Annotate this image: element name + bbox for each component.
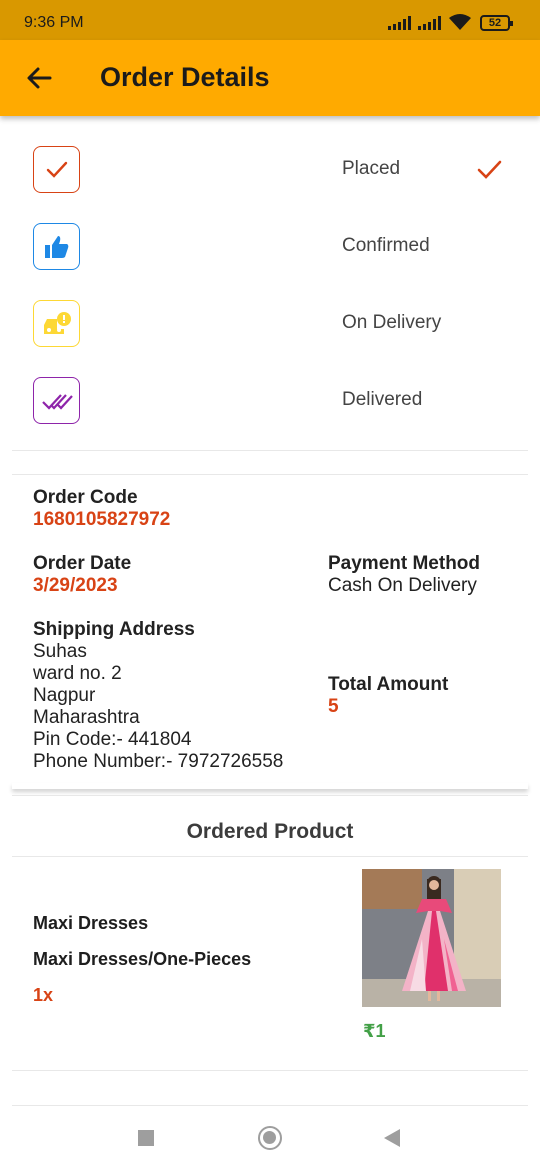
signal-icon-2 bbox=[418, 16, 441, 30]
order-code-label: Order Code bbox=[33, 487, 138, 508]
back-arrow-icon[interactable] bbox=[24, 62, 56, 94]
back-icon[interactable] bbox=[384, 1129, 400, 1147]
shipping-address-label: Shipping Address bbox=[33, 619, 195, 640]
divider bbox=[12, 795, 528, 796]
signal-icon bbox=[388, 16, 411, 30]
total-amount-value: 5 bbox=[328, 696, 339, 717]
divider bbox=[12, 1070, 528, 1071]
divider bbox=[12, 474, 528, 475]
order-date-label: Order Date bbox=[33, 553, 132, 574]
shipping-address: Suhas ward no. 2 Nagpur Maharashtra Pin … bbox=[33, 641, 283, 773]
divider bbox=[12, 450, 528, 451]
check-icon bbox=[33, 146, 80, 193]
double-check-icon bbox=[33, 377, 80, 424]
address-state: Maharashtra bbox=[33, 707, 140, 728]
thumbs-up-icon bbox=[33, 223, 80, 270]
step-confirmed: Confirmed bbox=[0, 223, 540, 283]
address-pin: Pin Code:- 441804 bbox=[33, 729, 192, 750]
wifi-icon bbox=[449, 14, 471, 30]
address-line: ward no. 2 bbox=[33, 663, 122, 684]
step-on-delivery: On Delivery bbox=[0, 300, 540, 360]
placed-checkmark-icon bbox=[477, 160, 502, 179]
product-price: ₹1 bbox=[363, 1021, 386, 1041]
step-label: On Delivery bbox=[342, 312, 442, 333]
product-quantity: 1x bbox=[33, 985, 54, 1005]
address-phone: Phone Number:- 7972726558 bbox=[33, 751, 284, 772]
home-icon[interactable] bbox=[258, 1126, 282, 1150]
delivery-car-icon bbox=[33, 300, 80, 347]
system-nav-bar bbox=[0, 1106, 540, 1170]
order-code-value: 1680105827972 bbox=[33, 509, 171, 530]
battery-icon: 52 bbox=[480, 15, 513, 31]
address-name: Suhas bbox=[33, 641, 87, 662]
step-label: Placed bbox=[342, 158, 401, 179]
app-bar: Order Details bbox=[0, 40, 540, 116]
divider bbox=[12, 856, 528, 857]
total-amount-label: Total Amount bbox=[328, 674, 449, 695]
payment-method-value: Cash On Delivery bbox=[328, 575, 477, 596]
ordered-product-title: Ordered Product bbox=[186, 820, 354, 843]
status-bar: 9:36 PM 52 bbox=[0, 0, 540, 40]
recents-icon[interactable] bbox=[138, 1130, 154, 1146]
step-placed: Placed bbox=[0, 146, 540, 206]
product-category: Maxi Dresses/One-Pieces bbox=[33, 949, 252, 969]
step-label: Delivered bbox=[342, 389, 423, 410]
product-name: Maxi Dresses bbox=[33, 913, 149, 933]
order-date-value: 3/29/2023 bbox=[33, 575, 118, 596]
step-label: Confirmed bbox=[342, 235, 430, 256]
page-title: Order Details bbox=[100, 62, 270, 92]
step-delivered: Delivered bbox=[0, 377, 540, 437]
address-city: Nagpur bbox=[33, 685, 96, 706]
product-image[interactable] bbox=[362, 869, 501, 1007]
status-time: 9:36 PM bbox=[24, 14, 84, 31]
card-bottom-edge bbox=[12, 783, 528, 789]
payment-method-label: Payment Method bbox=[328, 553, 481, 574]
